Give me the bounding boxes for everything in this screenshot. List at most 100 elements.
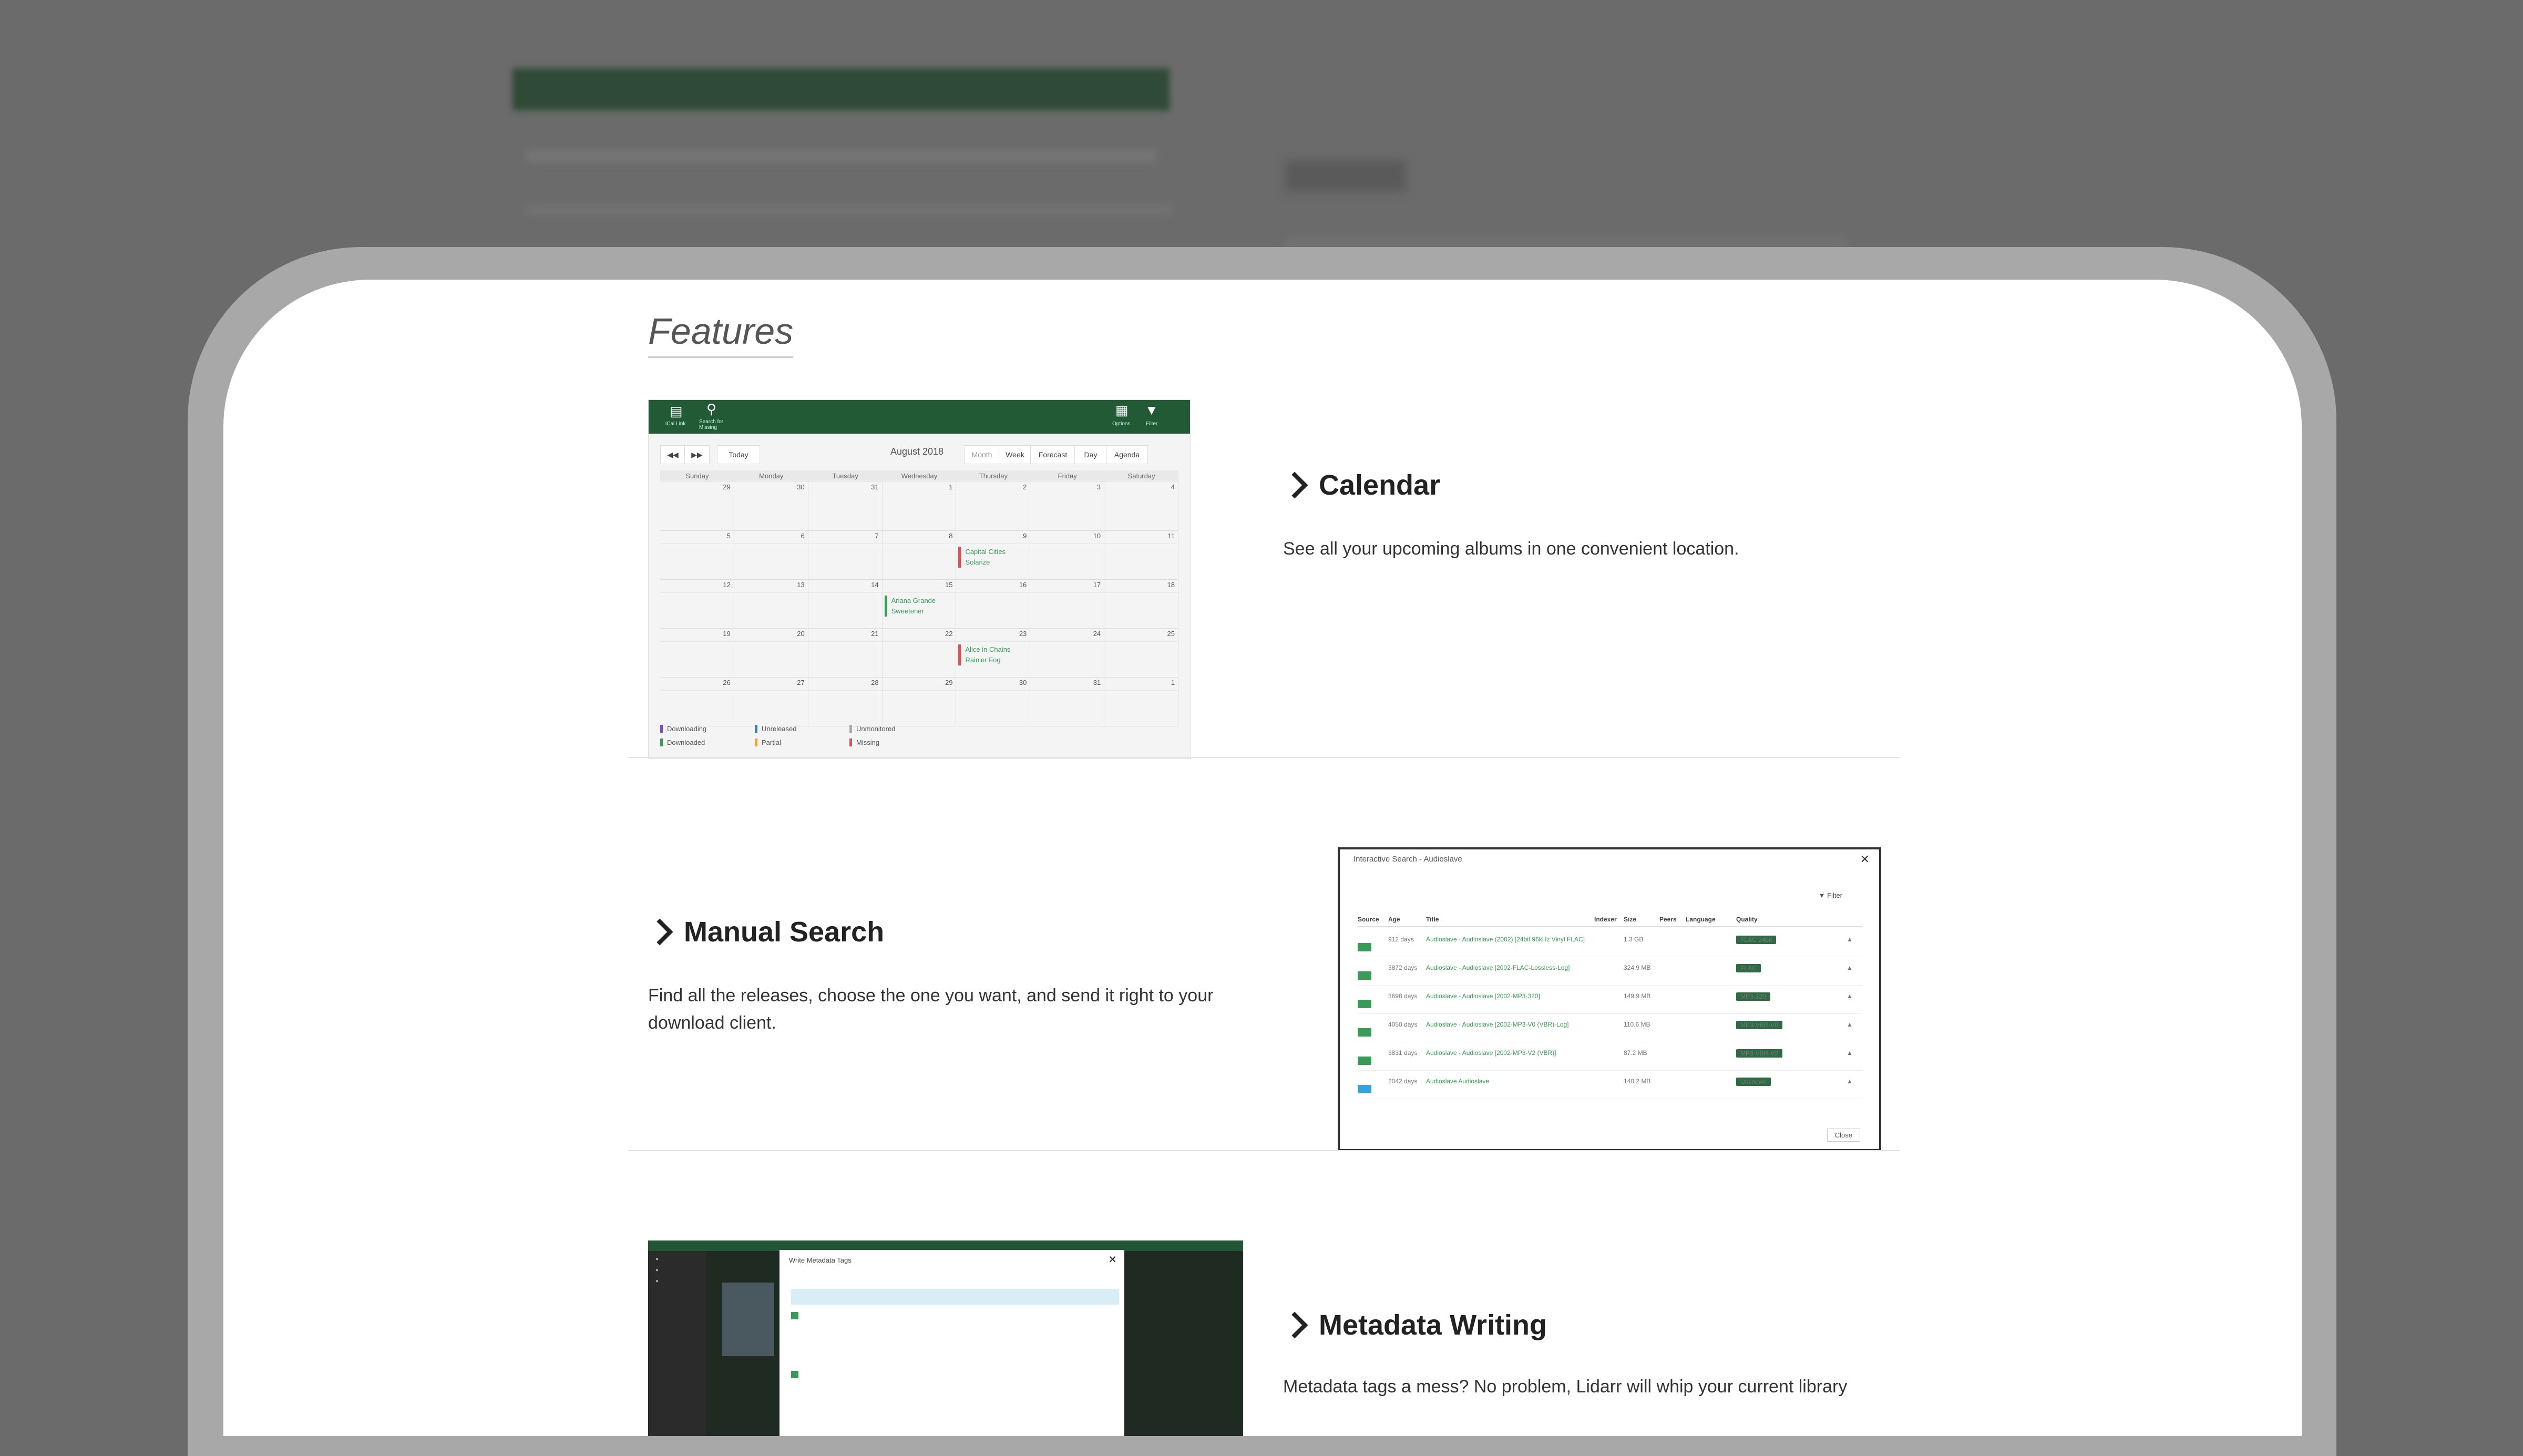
legend-item: Unreleased xyxy=(755,725,797,733)
quality-badge: FLAC 24bit xyxy=(1736,936,1777,944)
calendar-day[interactable]: 24 xyxy=(1030,629,1105,677)
calendar-day[interactable]: 11 xyxy=(1104,531,1179,579)
calendar-day[interactable]: 22 xyxy=(882,629,957,677)
calendar-day[interactable]: 30 xyxy=(956,678,1031,726)
weekday: Friday xyxy=(1058,472,1077,480)
calendar-day[interactable]: 7 xyxy=(808,531,883,579)
download-icon[interactable]: ▲ xyxy=(1847,964,1853,971)
legend-item: Unmonitored xyxy=(849,725,895,733)
next-button[interactable]: ▶▶ xyxy=(684,445,710,464)
calendar-day[interactable]: 5 xyxy=(660,531,734,579)
view-agenda-button[interactable]: Agenda xyxy=(1106,445,1148,464)
calendar-day[interactable]: 21 xyxy=(808,629,883,677)
calendar-day[interactable]: 3 xyxy=(1030,482,1105,530)
calendar-day[interactable]: 29 xyxy=(882,678,957,726)
write-metadata-dialog: Write Metadata Tags ✕ xyxy=(780,1250,1124,1436)
title-cell[interactable]: Audioslave - Audioslave [2002-MP3-V2 (VB… xyxy=(1426,1049,1556,1057)
view-week-button[interactable]: Week xyxy=(999,445,1031,464)
calendar-day[interactable]: 20 xyxy=(734,629,808,677)
view-forecast-button[interactable]: Forecast xyxy=(1030,445,1075,464)
day-number: 4 xyxy=(1171,483,1175,491)
calendar-day[interactable]: 9 Capital Cities Solarize xyxy=(956,531,1031,579)
calendar-day[interactable]: 13 xyxy=(734,580,808,628)
calendar-day[interactable]: 26 xyxy=(660,678,734,726)
result-row[interactable]: 912 days Audioslave - Audioslave (2002) [… xyxy=(1358,928,1862,957)
calendar-day[interactable]: 19 xyxy=(660,629,734,677)
view-month-button[interactable]: Month xyxy=(964,445,1000,464)
calendar-day[interactable]: 1 xyxy=(1104,678,1179,726)
feature-divider xyxy=(628,757,1900,758)
weekday: Wednesday xyxy=(901,472,938,480)
age-cell: 2042 days xyxy=(1388,1078,1418,1085)
size-cell: 87.2 MB xyxy=(1624,1049,1647,1057)
calendar-day[interactable]: 1 xyxy=(882,482,957,530)
calendar-day[interactable]: 23 Alice in Chains Rainier Fog xyxy=(956,629,1031,677)
size-cell: 140.2 MB xyxy=(1624,1078,1651,1085)
chevron-right-icon xyxy=(1281,1311,1308,1339)
calendar-day[interactable]: 12 xyxy=(660,580,734,628)
column-header: Language xyxy=(1686,916,1716,923)
calendar-day[interactable]: 30 xyxy=(734,482,808,530)
legend-item: Partial xyxy=(755,739,781,746)
result-row[interactable]: 3831 days Audioslave - Audioslave [2002-M… xyxy=(1358,1042,1862,1071)
calendar-day[interactable]: 31 xyxy=(808,482,883,530)
day-divider xyxy=(1030,592,1104,593)
calendar-day[interactable]: 2 xyxy=(956,482,1031,530)
calendar-day[interactable]: 31 xyxy=(1030,678,1105,726)
calendar-day[interactable]: 8 xyxy=(882,531,957,579)
result-row[interactable]: 2042 days Audioslave Audioslave 140.2 MB Un… xyxy=(1358,1070,1862,1099)
calendar-day[interactable]: 4 xyxy=(1104,482,1179,530)
event-artist: Capital Cities xyxy=(965,548,1006,556)
today-button[interactable]: Today xyxy=(717,445,760,464)
day-number: 27 xyxy=(797,679,805,686)
title-cell[interactable]: Audioslave - Audioslave (2002) [24bit 96… xyxy=(1426,936,1585,943)
app-header-bar xyxy=(648,1240,1243,1251)
calendar-day[interactable]: 17 xyxy=(1030,580,1105,628)
checkbox[interactable] xyxy=(791,1371,798,1378)
calendar-event[interactable]: Alice in Chains Rainier Fog xyxy=(958,644,1010,665)
result-row[interactable]: 3872 days Audioslave - Audioslave [2002-F… xyxy=(1358,957,1862,986)
close-button[interactable]: Close xyxy=(1827,1129,1860,1142)
calendar-event[interactable]: Capital Cities Solarize xyxy=(958,547,1006,568)
age-cell: 4050 days xyxy=(1388,1021,1418,1028)
title-cell[interactable]: Audioslave - Audioslave [2002-MP3-320] xyxy=(1426,992,1540,1000)
download-icon[interactable]: ▲ xyxy=(1847,936,1853,943)
day-divider xyxy=(882,690,956,691)
day-divider xyxy=(660,641,734,642)
close-icon[interactable]: ✕ xyxy=(1860,853,1870,866)
view-day-button[interactable]: Day xyxy=(1074,445,1107,464)
result-row[interactable]: 4050 days Audioslave - Audioslave [2002-M… xyxy=(1358,1013,1862,1042)
day-number: 24 xyxy=(1093,630,1101,638)
filter-button[interactable]: ▼ Filter xyxy=(1819,891,1842,899)
day-divider xyxy=(808,690,882,691)
day-number: 6 xyxy=(801,532,805,540)
event-album: Sweetener xyxy=(891,607,924,615)
calendar-day[interactable]: 25 xyxy=(1104,629,1179,677)
calendar-day[interactable]: 15 Ariana Grande Sweetener xyxy=(882,580,957,628)
calendar-day[interactable]: 28 xyxy=(808,678,883,726)
title-cell[interactable]: Audioslave - Audioslave [2002-FLAC-Lossl… xyxy=(1426,964,1570,971)
title-cell[interactable]: Audioslave Audioslave xyxy=(1426,1078,1489,1085)
download-icon[interactable]: ▲ xyxy=(1847,1021,1853,1028)
close-icon[interactable]: ✕ xyxy=(1108,1253,1117,1266)
filter-label: Filter xyxy=(1827,891,1842,899)
calendar-day[interactable]: 27 xyxy=(734,678,808,726)
calendar-day[interactable]: 10 xyxy=(1030,531,1105,579)
result-row[interactable]: 3698 days Audioslave - Audioslave [2002-M… xyxy=(1358,985,1862,1014)
calendar-day[interactable]: 14 xyxy=(808,580,883,628)
calendar-event[interactable]: Ariana Grande Sweetener xyxy=(884,596,936,617)
day-number: 1 xyxy=(949,483,953,491)
checkbox[interactable] xyxy=(791,1312,798,1319)
weekday: Sunday xyxy=(685,472,709,480)
download-icon[interactable]: ▲ xyxy=(1847,992,1853,1000)
feature-title: Calendar xyxy=(1319,469,1441,501)
calendar-day[interactable]: 18 xyxy=(1104,580,1179,628)
download-icon[interactable]: ▲ xyxy=(1847,1078,1853,1085)
title-cell[interactable]: Audioslave - Audioslave [2002-MP3-V0 (VB… xyxy=(1426,1021,1568,1028)
feature-title: Manual Search xyxy=(684,916,885,948)
calendar-day[interactable]: 16 xyxy=(956,580,1031,628)
calendar-day[interactable]: 6 xyxy=(734,531,808,579)
previous-button[interactable]: ◀◀ xyxy=(660,445,685,464)
calendar-day[interactable]: 29 xyxy=(660,482,734,530)
download-icon[interactable]: ▲ xyxy=(1847,1049,1853,1057)
